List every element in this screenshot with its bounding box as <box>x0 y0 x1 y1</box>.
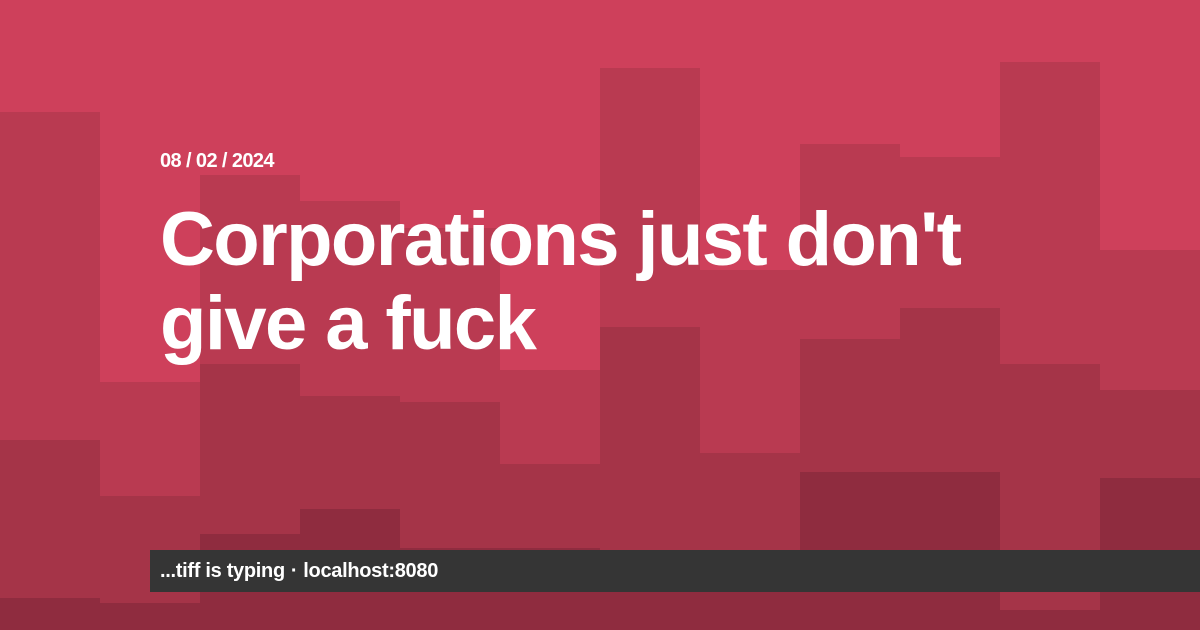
background-block <box>1000 610 1100 630</box>
post-header: 08 / 02 / 2024 Corporations just don't g… <box>160 148 1120 366</box>
background-block <box>0 598 100 630</box>
site-link[interactable]: localhost:8080 <box>303 560 438 583</box>
footer-bar: ...tiff is typing · localhost:8080 <box>150 550 1200 592</box>
background-block <box>100 603 200 630</box>
post-date: 08 / 02 / 2024 <box>160 150 275 172</box>
post-title: Corporations just don't give a fuck <box>160 197 962 366</box>
author-typing-label: ...tiff is typing <box>160 559 285 582</box>
footer-separator: · <box>290 559 298 582</box>
